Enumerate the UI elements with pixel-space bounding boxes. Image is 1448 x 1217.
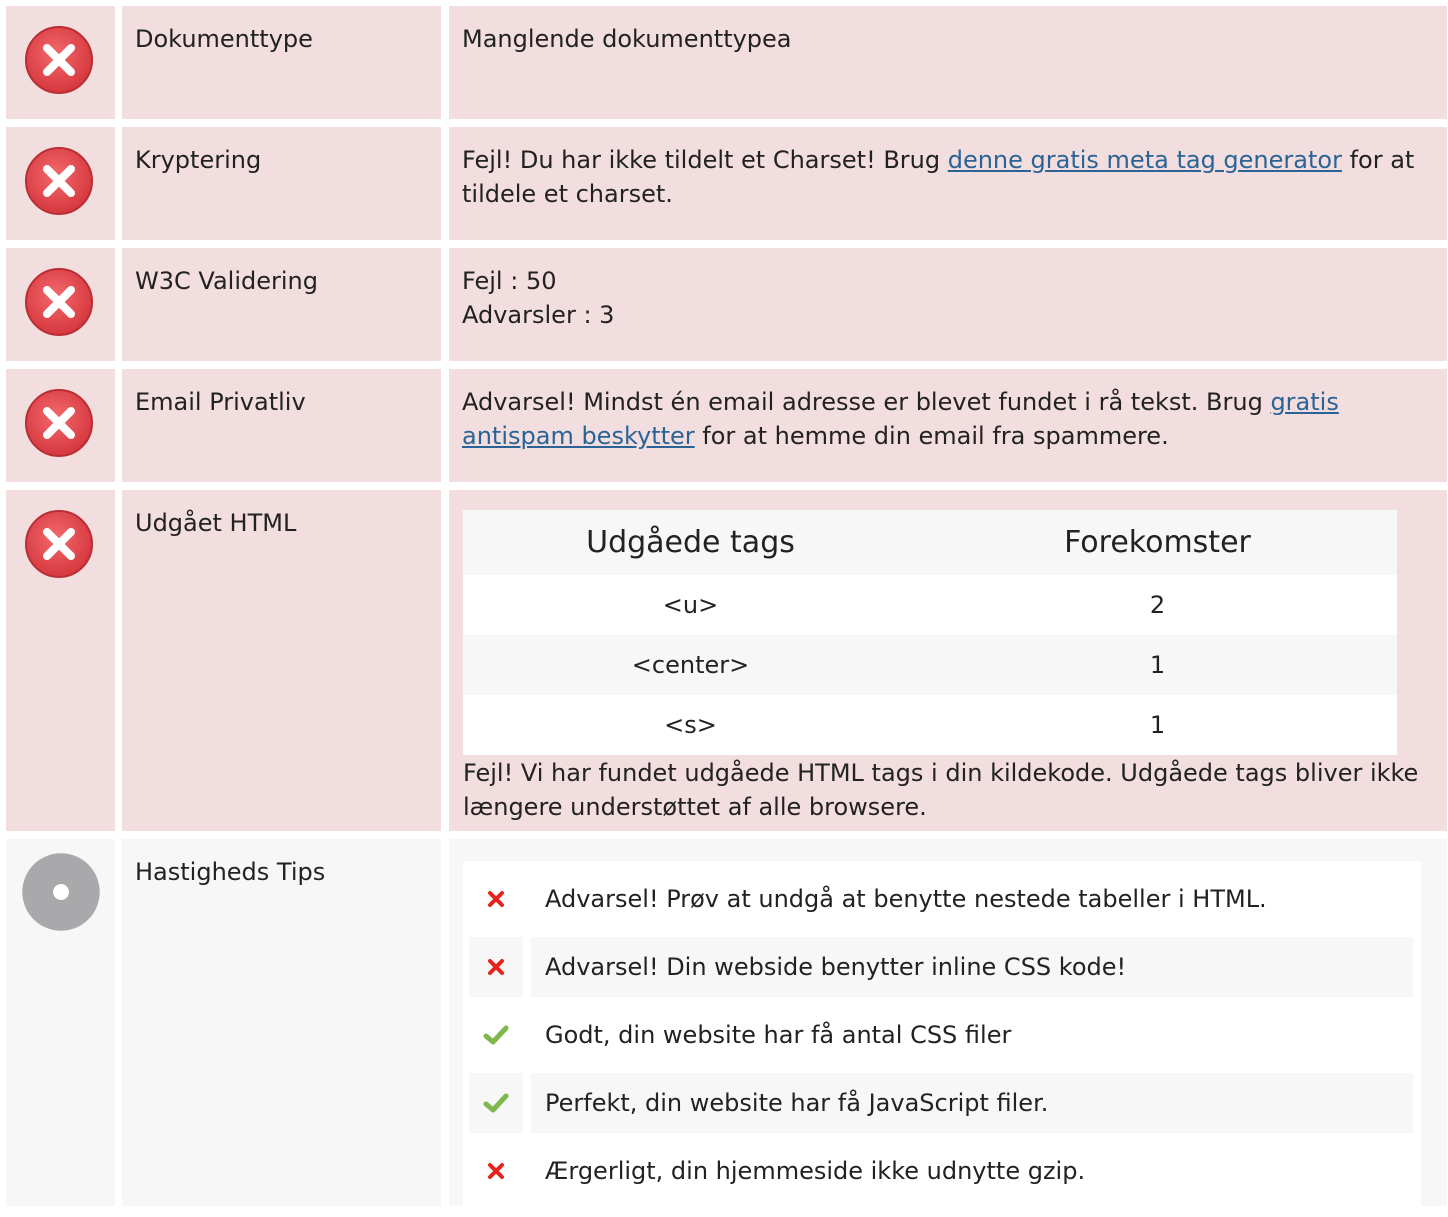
content-cell: Fejl : 50 Advarsler : 3 xyxy=(449,248,1447,361)
status-cell xyxy=(6,369,115,482)
error-icon xyxy=(25,389,93,457)
deprecated-note: Fejl! Vi har fundet udgåede HTML tags i … xyxy=(463,759,1419,821)
text-before: Fejl! Du har ikke tildelt et Charset! Br… xyxy=(462,146,948,174)
row-label: Email Privatliv xyxy=(135,388,306,416)
content-cell: Manglende dokumenttypea xyxy=(449,6,1447,119)
row-email-privatliv: Email Privatliv Advarsel! Mindst én emai… xyxy=(0,369,1448,482)
list-item: Godt, din website har få antal CSS filer xyxy=(469,1005,1413,1065)
cross-icon xyxy=(469,869,523,929)
status-cell xyxy=(6,839,115,1206)
row-label: Udgået HTML xyxy=(135,509,297,537)
error-icon xyxy=(25,147,93,215)
label-cell: Hastigheds Tips xyxy=(122,839,441,1206)
table-row: <center> 1 xyxy=(463,635,1397,695)
list-item: Advarsel! Prøv at undgå at benytte neste… xyxy=(469,869,1413,929)
table-row: <s> 1 xyxy=(463,695,1397,755)
count-cell: 1 xyxy=(1149,651,1166,679)
header-occurrences: Forekomster xyxy=(1064,525,1251,560)
info-circle-icon xyxy=(22,853,100,931)
content-cell: Udgåede tags Forekomster <u> 2 <center> … xyxy=(449,490,1447,831)
row-hastigheds-tips: Hastigheds Tips Advarsel! Prøv at undgå … xyxy=(0,839,1448,1217)
status-cell xyxy=(6,490,115,831)
list-item: Ærgerligt, din hjemmeside ikke udnytte g… xyxy=(469,1141,1413,1201)
deprecated-tags-table: Udgåede tags Forekomster <u> 2 <center> … xyxy=(463,510,1397,755)
content-cell: Advarsel! Mindst én email adresse er ble… xyxy=(449,369,1447,482)
row-kryptering: Kryptering Fejl! Du har ikke tildelt et … xyxy=(0,127,1448,240)
list-item: Advarsel! Din webside benytter inline CS… xyxy=(469,937,1413,997)
row-dokumenttype: Dokumenttype Manglende dokumenttypea xyxy=(0,6,1448,119)
row-text: Fejl! Du har ikke tildelt et Charset! Br… xyxy=(462,143,1417,211)
content-cell: Fejl! Du har ikke tildelt et Charset! Br… xyxy=(449,127,1447,240)
row-label: Hastigheds Tips xyxy=(135,858,326,886)
warning-count: Advarsler : 3 xyxy=(462,301,615,329)
tag-cell: <u> xyxy=(662,591,719,619)
tip-text: Ærgerligt, din hjemmeside ikke udnytte g… xyxy=(545,1157,1086,1185)
speed-tips-list: Advarsel! Prøv at undgå at benytte neste… xyxy=(463,861,1421,1217)
text-before: Advarsel! Mindst én email adresse er ble… xyxy=(462,388,1271,416)
check-icon xyxy=(469,1073,523,1133)
error-count: Fejl : 50 xyxy=(462,267,557,295)
count-cell: 2 xyxy=(1149,591,1166,619)
text-after: for at hemme din email fra spammere. xyxy=(694,422,1169,450)
label-cell: Dokumenttype xyxy=(122,6,441,119)
tip-text: Godt, din website har få antal CSS filer xyxy=(545,1021,1012,1049)
tip-text: Advarsel! Prøv at undgå at benytte neste… xyxy=(545,885,1267,913)
row-label: W3C Validering xyxy=(135,267,318,295)
error-icon xyxy=(25,26,93,94)
tip-text: Perfekt, din website har få JavaScript f… xyxy=(531,1073,1413,1133)
cross-icon xyxy=(469,1141,523,1201)
header-tags: Udgåede tags xyxy=(586,525,795,560)
row-label: Kryptering xyxy=(135,146,262,174)
count-cell: 1 xyxy=(1149,711,1166,739)
tag-cell: <center> xyxy=(631,651,750,679)
row-text: Advarsel! Mindst én email adresse er ble… xyxy=(462,385,1417,453)
error-icon xyxy=(25,510,93,578)
label-cell: Email Privatliv xyxy=(122,369,441,482)
cross-icon xyxy=(469,937,523,997)
label-cell: Udgået HTML xyxy=(122,490,441,831)
list-item: Perfekt, din website har få JavaScript f… xyxy=(469,1073,1413,1133)
status-cell xyxy=(6,248,115,361)
meta-tag-generator-link[interactable]: denne gratis meta tag generator xyxy=(948,146,1342,174)
table-header: Udgåede tags Forekomster xyxy=(463,510,1397,575)
row-label: Dokumenttype xyxy=(135,25,313,53)
status-cell xyxy=(6,6,115,119)
tag-cell: <s> xyxy=(664,711,717,739)
table-row: <u> 2 xyxy=(463,575,1397,635)
label-cell: W3C Validering xyxy=(122,248,441,361)
status-cell xyxy=(6,127,115,240)
row-text: Manglende dokumenttypea xyxy=(462,25,792,53)
row-w3c-validering: W3C Validering Fejl : 50 Advarsler : 3 xyxy=(0,248,1448,361)
check-icon xyxy=(469,1005,523,1065)
row-udgaaet-html: Udgået HTML Udgåede tags Forekomster <u>… xyxy=(0,490,1448,831)
tip-text: Advarsel! Din webside benytter inline CS… xyxy=(531,937,1413,997)
content-cell: Advarsel! Prøv at undgå at benytte neste… xyxy=(449,839,1447,1217)
label-cell: Kryptering xyxy=(122,127,441,240)
row-text: Fejl : 50 Advarsler : 3 xyxy=(462,264,1417,332)
error-icon xyxy=(25,268,93,336)
